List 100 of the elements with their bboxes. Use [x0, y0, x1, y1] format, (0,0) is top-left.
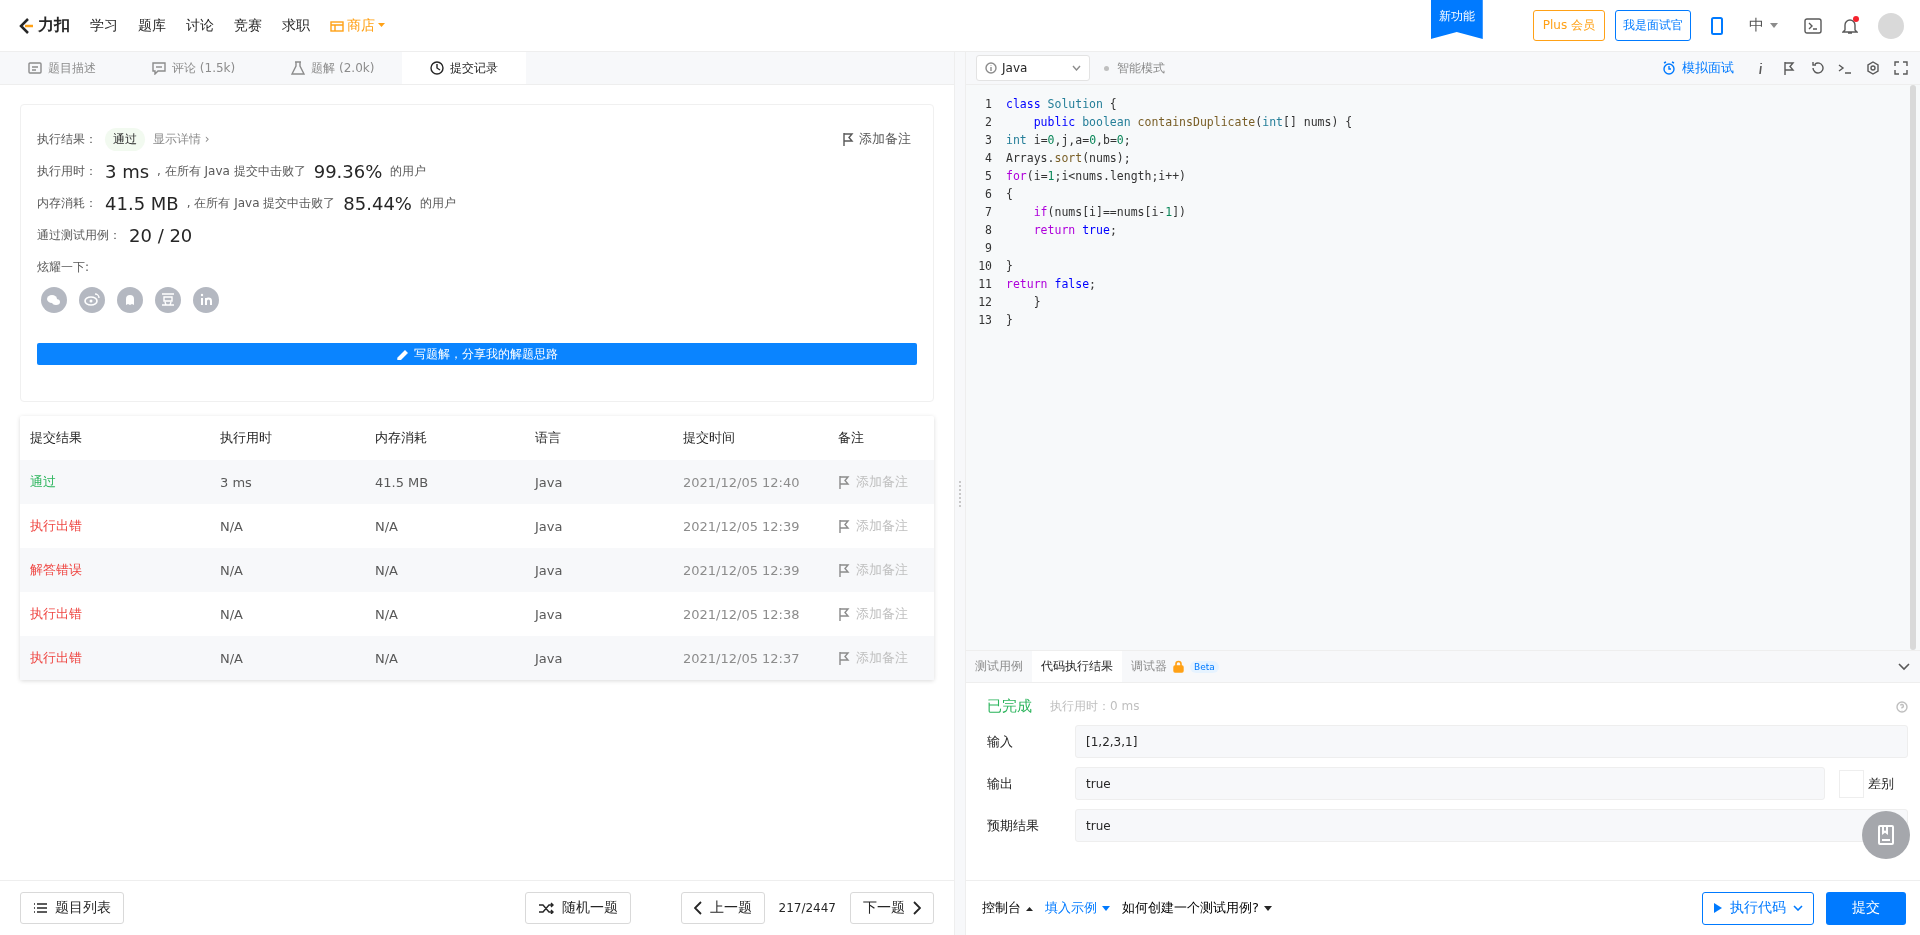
run-code-button[interactable]: 执行代码: [1702, 891, 1814, 925]
code-line: class Solution {: [1006, 97, 1117, 111]
line-number: 3: [984, 133, 992, 147]
flag-icon[interactable]: [1782, 61, 1796, 75]
flask-icon: [291, 61, 306, 75]
document-icon: [28, 61, 42, 75]
mock-interview-button[interactable]: 模拟面试: [1656, 58, 1740, 78]
line-number: 9: [984, 241, 992, 255]
console-icon[interactable]: [1804, 17, 1822, 34]
status-badge: 通过: [105, 127, 145, 151]
caret-icon: [1072, 65, 1081, 71]
run-status: 已完成: [987, 697, 1032, 716]
console-toggle[interactable]: 控制台: [982, 899, 1033, 917]
next-button[interactable]: 下一题: [850, 892, 934, 924]
shop-link[interactable]: 商店: [330, 16, 385, 35]
caret-icon: [1026, 905, 1033, 911]
field-label: 输入: [987, 732, 1014, 751]
result-link[interactable]: 执行出错: [30, 605, 220, 623]
share-button[interactable]: [193, 287, 219, 313]
random-problem-button[interactable]: 随机一题: [524, 892, 631, 924]
language-select[interactable]: Java: [976, 55, 1090, 81]
output-field: true: [1075, 767, 1825, 800]
beta-badge: Beta: [1190, 660, 1219, 673]
tab[interactable]: 提交记录: [402, 52, 527, 84]
result-link[interactable]: 解答错误: [30, 561, 220, 579]
nav-link[interactable]: 求职: [282, 16, 310, 35]
code-line: return true;: [1032, 223, 1117, 237]
bell-icon[interactable]: [1842, 16, 1858, 35]
column-header: 内存消耗: [375, 429, 428, 447]
table-cell-text: Java: [535, 606, 564, 622]
caret-icon: [1102, 905, 1110, 911]
table-cell-text: Java: [535, 518, 564, 534]
nav-link[interactable]: 竞赛: [234, 16, 262, 35]
reset-icon[interactable]: [1810, 61, 1824, 75]
previous-button[interactable]: 上一题: [680, 892, 765, 924]
resize-handle[interactable]: [959, 480, 961, 507]
help-icon[interactable]: [1896, 700, 1908, 713]
notebook-button[interactable]: [1862, 811, 1910, 859]
code-line: }: [1032, 295, 1041, 309]
chevron-down-icon[interactable]: [1898, 662, 1910, 671]
result-link[interactable]: 执行出错: [30, 649, 220, 667]
code-line: for(i=1;i<nums.length;i++): [1006, 169, 1187, 183]
stat-percent: 85.44%: [343, 192, 412, 214]
settings-icon[interactable]: [1866, 61, 1880, 75]
shop-icon: [330, 19, 344, 32]
problem-list-button[interactable]: 题目列表: [20, 892, 124, 924]
scrollbar[interactable]: [1910, 85, 1916, 650]
line-number: 6: [984, 187, 992, 201]
tab[interactable]: 题解 (2.0k): [263, 52, 403, 84]
write-solution-button[interactable]: 写题解，分享我的解题思路: [37, 343, 917, 365]
share-button[interactable]: [117, 287, 143, 313]
nav-link[interactable]: 讨论: [186, 16, 214, 35]
nav-link[interactable]: 题库: [138, 16, 166, 35]
share-label: 炫耀一下:: [37, 258, 90, 276]
smart-mode-label[interactable]: 智能模式: [1117, 59, 1165, 77]
stat-text: , 在所有 Java 提交中击败了: [186, 194, 336, 212]
stat-text: , 在所有 Java 提交中击败了: [157, 162, 306, 180]
flag-icon: [842, 132, 854, 146]
share-button[interactable]: [41, 287, 67, 313]
phone-icon[interactable]: [1711, 16, 1723, 35]
line-number: 5: [984, 169, 992, 183]
table-cell-text: N/A: [220, 606, 244, 622]
caret-icon: [1263, 905, 1272, 911]
result-link[interactable]: 执行出错: [30, 517, 220, 535]
table-cell-text: 2021/12/05 12:39: [683, 562, 801, 578]
tab[interactable]: 测试用例: [966, 651, 1032, 682]
tab[interactable]: 调试器 Beta: [1122, 651, 1228, 682]
tab[interactable]: 评论 (1.5k): [124, 52, 264, 84]
interviewer-button[interactable]: 我是面试官: [1615, 10, 1691, 41]
tab[interactable]: 代码执行结果: [1032, 651, 1122, 682]
language-menu[interactable]: 中: [1743, 15, 1784, 36]
fill-example-button[interactable]: 填入示例: [1045, 899, 1110, 917]
plus-member-button[interactable]: Plus 会员: [1532, 10, 1605, 41]
share-button[interactable]: [155, 287, 181, 313]
avatar[interactable]: [1878, 12, 1904, 39]
eye-swirl-icon: [83, 291, 101, 309]
code-line: return false;: [1006, 277, 1097, 291]
details-link[interactable]: 显示详情 ›: [153, 130, 210, 148]
result-link[interactable]: 通过: [30, 473, 220, 491]
table-cell-text: 41.5 MB: [375, 474, 430, 490]
testcase-help-link[interactable]: 如何创建一个测试用例?: [1122, 899, 1272, 917]
line-number: 4: [984, 151, 992, 165]
caret-icon: [378, 23, 385, 28]
table-cell-text: 3 ms: [220, 474, 253, 490]
new-feature-ribbon[interactable]: 新功能: [1430, 0, 1483, 39]
submit-button[interactable]: 提交: [1826, 891, 1906, 925]
table-cell-text: N/A: [375, 562, 399, 578]
play-icon: [1713, 902, 1723, 914]
chevron-right-icon: [913, 901, 921, 915]
share-button[interactable]: [79, 287, 105, 313]
add-note-button[interactable]: 添加备注: [836, 129, 917, 149]
stat-suffix: 的用户: [390, 162, 427, 180]
tab[interactable]: 题目描述: [0, 52, 124, 84]
table-cell-text: N/A: [220, 562, 244, 578]
fullscreen-icon[interactable]: [1894, 61, 1908, 75]
line-number: 11: [977, 277, 992, 291]
logo-text: 力扣: [38, 15, 70, 36]
stat-percent: 99.36%: [313, 160, 383, 182]
nav-link[interactable]: 学习: [90, 16, 118, 35]
table-cell-text: Java: [535, 474, 564, 490]
